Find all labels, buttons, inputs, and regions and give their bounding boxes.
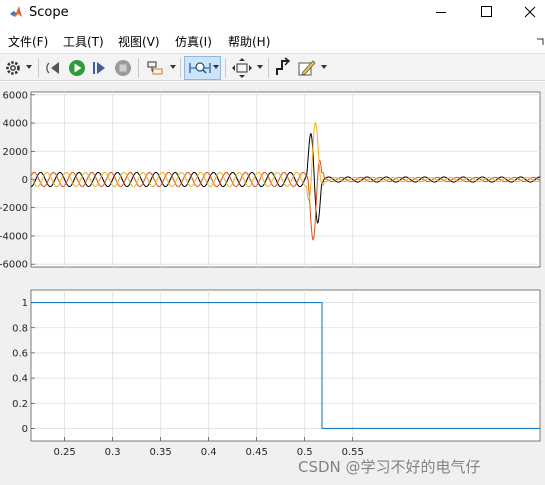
breaker-axes: 10.80.60.40.200.25 0.3 0.35 0.4 0.45 0.5 0.55 [12,289,541,458]
minimize-button[interactable] [418,0,464,26]
edit-dropdown-icon[interactable] [321,65,327,69]
edit-icon[interactable] [297,57,317,79]
x-tick-label: 0.25 [53,447,75,458]
minimize-icon [436,12,446,13]
y-tick-label: -6000 [0,260,28,271]
y-tick-label: 4000 [3,119,28,130]
maximize-icon [481,6,492,17]
y-tick-label: 0.6 [12,348,28,359]
y-tick-label: -4000 [0,231,28,242]
scope-display: 6000 4000 2000 0 -2000 -4000 -6000 1 0.8 0.6 0.4 0.… [0,82,545,485]
maximize-button[interactable] [464,0,510,26]
x-tick-label: 0.3 [105,447,121,458]
menu-tools[interactable]: 工具(T) [63,33,104,50]
y-tick-label: 0.4 [12,374,28,385]
y-tick-label: 1 [22,298,28,309]
matlab-logo-icon [10,6,22,17]
watermark-text: CSDN @学习不好的电气仔 [298,458,481,476]
x-tick-label: 0.4 [201,447,217,458]
fit-icon[interactable] [232,57,252,79]
title-bar: Scope [0,0,545,27]
stop-icon[interactable] [113,57,133,79]
close-icon [524,6,536,18]
gear-icon[interactable] [4,57,22,79]
trigger-icon[interactable] [274,57,292,79]
x-tick-label: 0.45 [246,447,268,458]
zoom-icon [189,62,211,74]
voltage-axes: 6000 4000 2000 0 -2000 -4000 -6000 [0,90,541,271]
toolbar-separator [180,58,181,78]
zoom-dropdown-icon[interactable] [213,65,219,69]
fit-dropdown-icon[interactable] [257,65,263,69]
step-back-icon[interactable] [46,57,64,79]
x-tick-label: 0.35 [150,447,172,458]
menu-bar: 文件(F) 工具(T) 视图(V) 仿真(I) 帮助(H) [0,28,545,52]
menu-simulation[interactable]: 仿真(I) [175,33,212,50]
y-tick-label: 2000 [3,147,28,158]
toolbar-separator [225,58,226,78]
menu-view[interactable]: 视图(V) [118,33,160,50]
y-tick-label: 0 [22,424,28,435]
menu-help[interactable]: 帮助(H) [228,33,270,50]
y-tick-label: 6000 [3,90,28,101]
toolbar-separator [138,58,139,78]
y-tick-label: 0.2 [12,399,28,410]
axes-background [30,289,541,442]
toolbar-separator [38,58,39,78]
y-tick-label: 0.8 [12,323,28,334]
close-button[interactable] [507,0,545,26]
highlight-dropdown-icon[interactable] [170,65,176,69]
y-tick-label: 0 [22,175,28,186]
menu-file[interactable]: 文件(F) [8,33,48,50]
settings-dropdown-icon[interactable] [26,65,32,69]
scope-axes[interactable]: 6000 4000 2000 0 -2000 -4000 -6000 1 0.8 0.6 0.4 0.… [0,82,545,485]
y-tick-label: -2000 [0,203,28,214]
toolbar-separator [268,58,269,78]
run-icon[interactable] [67,57,87,79]
window-title: Scope [29,5,69,20]
dock-icon[interactable] [536,38,544,46]
step-forward-icon[interactable] [91,57,109,79]
toolbar [0,53,545,81]
highlight-icon[interactable] [146,57,164,79]
